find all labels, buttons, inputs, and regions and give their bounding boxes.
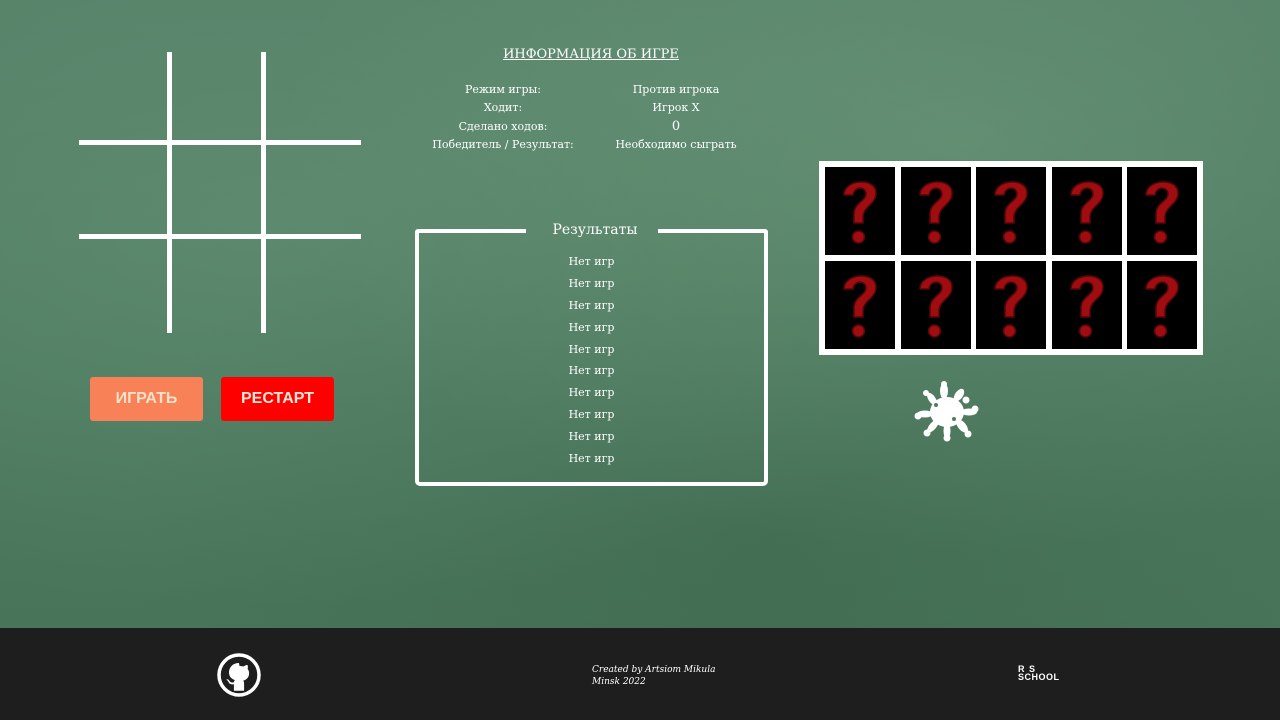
info-value: Необходимо сыграть bbox=[615, 138, 737, 152]
question-mark-icon bbox=[919, 181, 953, 244]
result-item: Нет игр bbox=[568, 298, 615, 312]
board-cell[interactable] bbox=[172, 239, 260, 327]
results-title: Результаты bbox=[552, 222, 638, 238]
credit-place-year: Minsk 2022 bbox=[592, 677, 646, 687]
credit-author: Created by Artsiom Mikula bbox=[592, 665, 716, 675]
rs-school-logo[interactable]: RS SCHOOL bbox=[1018, 665, 1060, 682]
info-row-moves: Сделано ходов: 0 bbox=[418, 117, 764, 136]
play-button[interactable]: ИГРАТЬ bbox=[90, 377, 203, 421]
board-cell[interactable] bbox=[79, 239, 167, 327]
question-mark-icon bbox=[919, 275, 953, 338]
result-item: Нет игр bbox=[568, 342, 615, 356]
question-mark-icon bbox=[1070, 181, 1104, 244]
info-label: Сделано ходов: bbox=[458, 119, 548, 133]
info-row-mode: Режим игры: Против игрока bbox=[418, 80, 764, 99]
info-label: Режим игры: bbox=[464, 82, 541, 96]
memory-card[interactable] bbox=[825, 261, 895, 349]
memory-card[interactable] bbox=[901, 261, 971, 349]
memory-card[interactable] bbox=[901, 167, 971, 255]
question-mark-icon bbox=[994, 275, 1028, 338]
question-mark-icon bbox=[843, 275, 877, 338]
result-item: Нет игр bbox=[568, 255, 615, 268]
question-mark-icon bbox=[994, 181, 1028, 244]
info-label: Победитель / Результат: bbox=[432, 138, 574, 152]
paint-splat-icon bbox=[914, 381, 979, 442]
question-mark-icon bbox=[1070, 275, 1104, 338]
memory-card-grid bbox=[819, 161, 1203, 355]
board-cell[interactable] bbox=[79, 145, 167, 233]
memory-card[interactable] bbox=[976, 261, 1046, 349]
board-cell[interactable] bbox=[266, 145, 354, 233]
memory-card[interactable] bbox=[1052, 261, 1122, 349]
question-mark-icon bbox=[1145, 181, 1179, 244]
results-border bbox=[415, 229, 526, 233]
results-panel: Результаты Нет игр Нет игр Нет игр Нет и… bbox=[415, 222, 768, 486]
result-item: Нет игр bbox=[568, 320, 615, 334]
rs-logo-school: SCHOOL bbox=[1018, 672, 1060, 682]
tic-tac-toe-board bbox=[79, 52, 361, 333]
memory-card[interactable] bbox=[1127, 261, 1197, 349]
info-row-winner: Победитель / Результат: Необходимо сыгра… bbox=[418, 136, 764, 155]
result-item: Нет игр bbox=[568, 364, 615, 378]
info-value: Против игрока bbox=[632, 82, 720, 96]
restart-button[interactable]: РЕСТАРТ bbox=[221, 377, 334, 421]
info-label: Ходит: bbox=[483, 101, 523, 115]
result-item: Нет игр bbox=[568, 430, 615, 444]
main-area: ИГРАТЬ РЕСТАРТ ИНФОРМАЦИЯ ОБ ИГРЕ Режим … bbox=[0, 0, 1280, 628]
question-mark-icon bbox=[843, 181, 877, 244]
memory-card[interactable] bbox=[976, 167, 1046, 255]
result-item: Нет игр bbox=[568, 276, 615, 290]
result-item: Нет игр bbox=[568, 386, 615, 400]
info-value: 0 bbox=[671, 118, 681, 134]
question-mark-icon bbox=[1145, 275, 1179, 338]
credit-text: Created by Artsiom Mikula Minsk 2022 bbox=[592, 664, 715, 688]
results-list: Нет игр Нет игр Нет игр Нет игр Нет игр … bbox=[419, 251, 764, 470]
result-item: Нет игр bbox=[568, 452, 615, 466]
memory-card[interactable] bbox=[1052, 167, 1122, 255]
result-item: Нет игр bbox=[568, 408, 615, 422]
results-border bbox=[658, 229, 768, 233]
board-cell[interactable] bbox=[172, 52, 260, 140]
memory-card[interactable] bbox=[825, 167, 895, 255]
info-title: ИНФОРМАЦИЯ ОБ ИГРЕ bbox=[503, 47, 679, 62]
info-value: Игрок X bbox=[652, 101, 700, 115]
board-cell[interactable] bbox=[266, 52, 354, 140]
memory-card[interactable] bbox=[1127, 167, 1197, 255]
info-row-turn: Ходит: Игрок X bbox=[418, 99, 764, 118]
github-icon[interactable] bbox=[217, 653, 261, 697]
info-table: Режим игры: Против игрока Ходит: Игрок X… bbox=[418, 80, 764, 154]
board-cell[interactable] bbox=[172, 145, 260, 233]
board-cell[interactable] bbox=[79, 52, 167, 140]
board-cell[interactable] bbox=[266, 239, 354, 327]
